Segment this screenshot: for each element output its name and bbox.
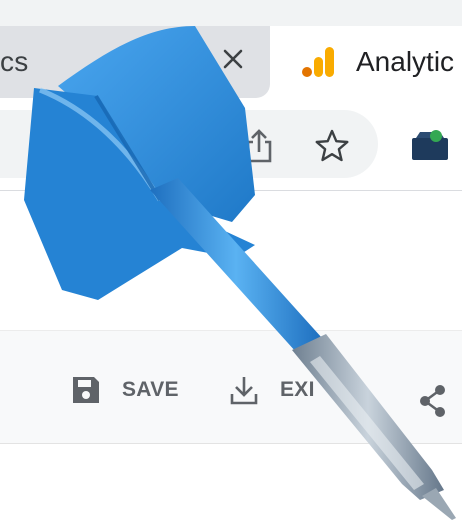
share-icon[interactable] (418, 384, 448, 418)
extension-icon[interactable] (410, 128, 450, 162)
save-button-label: SAVE (122, 378, 179, 401)
toolbar-divider (0, 190, 462, 191)
tab-strip-background (0, 0, 462, 26)
export-button[interactable]: EXI (228, 372, 315, 408)
analytics-icon (302, 47, 334, 77)
save-button[interactable]: SAVE (70, 372, 179, 408)
tab-active-label: Analytic (356, 46, 455, 77)
star-icon[interactable] (314, 128, 350, 164)
save-icon (73, 377, 99, 403)
export-button-label: EXI (280, 378, 315, 401)
share-page-icon[interactable] (244, 128, 274, 164)
download-icon (230, 377, 258, 405)
close-icon[interactable] (218, 44, 248, 74)
tab-inactive-label: cs (0, 46, 29, 77)
